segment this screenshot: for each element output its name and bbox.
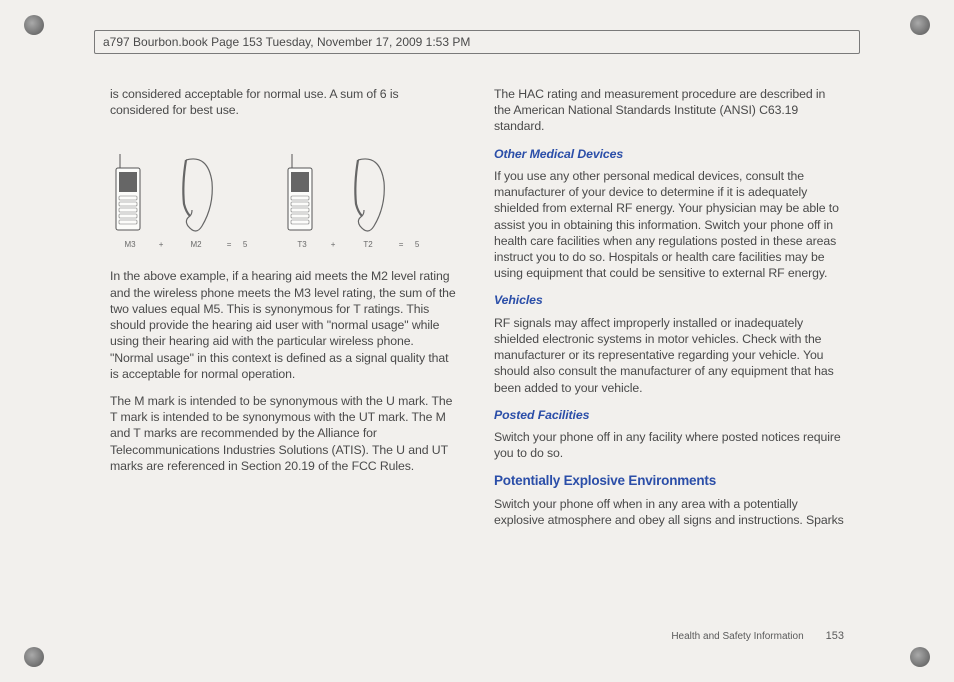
body-text: The M mark is intended to be synonymous …	[110, 393, 460, 474]
subheading-vehicles: Vehicles	[494, 292, 844, 308]
hac-rating-diagram: M3 + M2 = 5	[110, 140, 460, 250]
crop-mark-icon	[24, 15, 44, 35]
page-footer: Health and Safety Information 153	[671, 630, 844, 642]
hearing-aid-icon	[174, 154, 218, 234]
diagram-equals: =	[227, 240, 232, 251]
body-text: RF signals may affect improperly install…	[494, 315, 844, 396]
diagram-plus: +	[159, 240, 164, 251]
diagram-plus: +	[331, 240, 336, 251]
footer-section: Health and Safety Information	[671, 631, 803, 642]
body-text: Switch your phone off in any facility wh…	[494, 429, 844, 461]
diagram-label: M2	[191, 240, 202, 251]
page-content: is considered acceptable for normal use.…	[110, 86, 844, 618]
diagram-label: T3	[297, 240, 306, 251]
left-column: is considered acceptable for normal use.…	[110, 86, 460, 618]
phone-icon	[286, 154, 318, 234]
body-text: If you use any other personal medical de…	[494, 168, 844, 282]
body-text: In the above example, if a hearing aid m…	[110, 268, 460, 382]
right-column: The HAC rating and measurement procedure…	[494, 86, 844, 618]
subheading-other-medical: Other Medical Devices	[494, 146, 844, 162]
hearing-aid-icon	[346, 154, 390, 234]
diagram-sum: 5	[243, 240, 247, 251]
phone-icon	[114, 154, 146, 234]
heading-explosive-environments: Potentially Explosive Environments	[494, 472, 844, 490]
crop-mark-icon	[910, 647, 930, 667]
body-text: The HAC rating and measurement procedure…	[494, 86, 844, 135]
page-header-box: a797 Bourbon.book Page 153 Tuesday, Nove…	[94, 30, 860, 54]
crop-mark-icon	[910, 15, 930, 35]
diagram-sum: 5	[415, 240, 419, 251]
diagram-label: T2	[363, 240, 372, 251]
diagram-label: M3	[125, 240, 136, 251]
page-number: 153	[826, 630, 844, 642]
body-text: Switch your phone off when in any area w…	[494, 496, 844, 528]
page-header-text: a797 Bourbon.book Page 153 Tuesday, Nove…	[103, 35, 470, 49]
crop-mark-icon	[24, 647, 44, 667]
subheading-posted-facilities: Posted Facilities	[494, 407, 844, 423]
body-text: is considered acceptable for normal use.…	[110, 86, 460, 118]
diagram-equals: =	[399, 240, 404, 251]
